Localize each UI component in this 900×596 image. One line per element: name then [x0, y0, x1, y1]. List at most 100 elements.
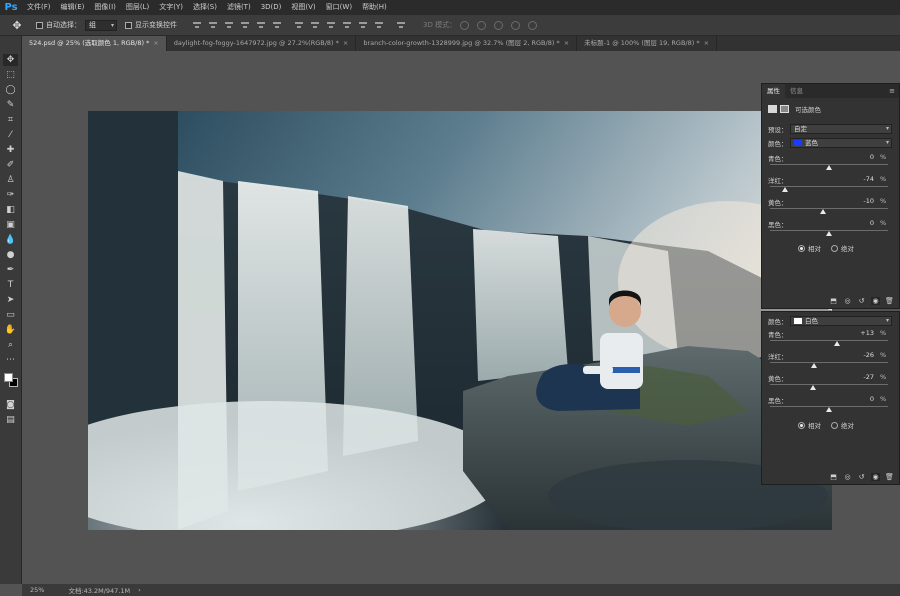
- lasso-icon[interactable]: ◯: [3, 84, 18, 96]
- align-top-icon[interactable]: [192, 21, 202, 30]
- eyedropper-icon[interactable]: ⁄: [3, 129, 18, 141]
- menu-file[interactable]: 文件(F): [22, 0, 56, 15]
- align-bottom-icon[interactable]: [224, 21, 234, 30]
- slider-value[interactable]: -10: [834, 197, 874, 205]
- tab-properties[interactable]: 属性: [762, 84, 785, 98]
- clip-to-layer-icon[interactable]: ⬒: [829, 473, 838, 481]
- close-icon[interactable]: ×: [704, 39, 709, 47]
- gradient-icon[interactable]: ▣: [3, 219, 18, 231]
- auto-select-checkbox[interactable]: [36, 21, 43, 29]
- distribute-right-icon[interactable]: [374, 21, 384, 30]
- view-previous-icon[interactable]: ◎: [843, 297, 852, 305]
- menu-edit[interactable]: 编辑(E): [56, 0, 90, 15]
- zoom-level[interactable]: 25%: [30, 586, 44, 594]
- more-tools-icon[interactable]: ⋯: [3, 354, 18, 366]
- slider-thumb[interactable]: [820, 209, 827, 214]
- slider-value[interactable]: 0: [834, 153, 874, 161]
- reset-icon[interactable]: ↺: [857, 297, 866, 305]
- view-previous-icon[interactable]: ◎: [843, 473, 852, 481]
- tab-document-2[interactable]: daylight-fog-foggy-1647972.jpg @ 27.2%(R…: [167, 36, 357, 51]
- absolute-radio-2[interactable]: [831, 421, 838, 429]
- 3d-slide-icon[interactable]: [511, 20, 521, 30]
- close-icon[interactable]: ×: [564, 39, 569, 47]
- color-swatches-icon[interactable]: [3, 369, 18, 391]
- preset-dropdown[interactable]: 自定: [790, 124, 892, 134]
- healing-brush-icon[interactable]: ✚: [3, 144, 18, 156]
- slider-track[interactable]: [770, 384, 888, 385]
- slider-value[interactable]: 0: [834, 395, 874, 403]
- auto-select-dropdown[interactable]: 组: [85, 19, 117, 31]
- auto-align-icon[interactable]: [396, 21, 406, 30]
- zoom-icon[interactable]: ⌕: [3, 339, 18, 351]
- crop-icon[interactable]: ⌗: [3, 114, 18, 126]
- tab-document-1[interactable]: 524.psd @ 25% (选取颜色 1, RGB/8) * ×: [22, 36, 167, 51]
- visibility-eye-icon[interactable]: ◉: [871, 297, 880, 305]
- slider-thumb[interactable]: [833, 341, 840, 346]
- trash-icon[interactable]: 🗑: [885, 473, 894, 481]
- quick-mask-icon[interactable]: ◙: [3, 399, 18, 411]
- clone-stamp-icon[interactable]: ♙: [3, 174, 18, 186]
- menu-view[interactable]: 视图(V): [286, 0, 320, 15]
- pen-icon[interactable]: ✒: [3, 264, 18, 276]
- move-icon[interactable]: ✥: [3, 54, 18, 66]
- distribute-bottom-icon[interactable]: [326, 21, 336, 30]
- distribute-vcenter-icon[interactable]: [310, 21, 320, 30]
- quick-select-icon[interactable]: ✎: [3, 99, 18, 111]
- relative-radio[interactable]: [798, 244, 805, 252]
- slider-thumb[interactable]: [826, 231, 832, 236]
- color-dropdown[interactable]: 蓝色: [790, 138, 892, 148]
- blur-icon[interactable]: 💧: [3, 234, 18, 246]
- tab-document-3[interactable]: branch-color-growth-1328999.jpg @ 32.7% …: [356, 36, 578, 51]
- distribute-hcenter-icon[interactable]: [358, 21, 368, 30]
- menu-help[interactable]: 帮助(H): [357, 0, 392, 15]
- menu-select[interactable]: 选择(S): [188, 0, 222, 15]
- close-icon[interactable]: ×: [343, 39, 348, 47]
- relative-radio-2[interactable]: [798, 421, 805, 429]
- visibility-eye-icon[interactable]: ◉: [871, 473, 880, 481]
- mask-icon[interactable]: [780, 105, 789, 113]
- screen-mode-icon[interactable]: ▤: [3, 414, 18, 426]
- 3d-scale-icon[interactable]: [528, 20, 538, 30]
- slider-thumb[interactable]: [782, 187, 789, 192]
- menu-filter[interactable]: 滤镜(T): [222, 0, 256, 15]
- color-dropdown-2[interactable]: 白色: [790, 316, 892, 326]
- move-tool-icon[interactable]: ✥: [6, 18, 28, 32]
- tab-document-4[interactable]: 未标题-1 @ 100% (图层 19, RGB/8) * ×: [577, 36, 718, 51]
- slider-value[interactable]: +13: [834, 329, 874, 337]
- align-left-icon[interactable]: [240, 21, 250, 30]
- document-canvas[interactable]: [88, 111, 832, 530]
- slider-track[interactable]: [770, 208, 888, 209]
- menu-type[interactable]: 文字(Y): [154, 0, 188, 15]
- slider-thumb[interactable]: [810, 363, 817, 368]
- distribute-top-icon[interactable]: [294, 21, 304, 30]
- rectangle-icon[interactable]: ▭: [3, 309, 18, 321]
- type-icon[interactable]: T: [3, 279, 18, 291]
- slider-value[interactable]: 0: [834, 219, 874, 227]
- panel-menu-icon[interactable]: ≡: [889, 87, 895, 95]
- menu-layer[interactable]: 图层(L): [121, 0, 154, 15]
- menu-image[interactable]: 图像(I): [89, 0, 121, 15]
- menu-window[interactable]: 窗口(W): [321, 0, 357, 15]
- 3d-roll-icon[interactable]: [477, 20, 487, 30]
- menu-3d[interactable]: 3D(D): [256, 0, 287, 15]
- trash-icon[interactable]: 🗑: [885, 297, 894, 305]
- slider-track[interactable]: [770, 362, 888, 363]
- reset-icon[interactable]: ↺: [857, 473, 866, 481]
- slider-thumb[interactable]: [826, 407, 832, 412]
- align-hcenter-icon[interactable]: [256, 21, 266, 30]
- status-arrow-icon[interactable]: ›: [138, 586, 141, 594]
- align-right-icon[interactable]: [272, 21, 282, 30]
- show-transform-checkbox[interactable]: [125, 21, 132, 29]
- tab-info[interactable]: 信息: [785, 84, 808, 98]
- brush-icon[interactable]: ✐: [3, 159, 18, 171]
- dodge-icon[interactable]: ●: [3, 249, 18, 261]
- slider-value[interactable]: -74: [834, 175, 874, 183]
- 3d-pan-icon[interactable]: [494, 20, 504, 30]
- slider-value[interactable]: -26: [834, 351, 874, 359]
- slider-thumb[interactable]: [810, 385, 817, 390]
- hand-icon[interactable]: ✋: [3, 324, 18, 336]
- slider-thumb[interactable]: [826, 165, 832, 170]
- slider-track[interactable]: [770, 340, 888, 341]
- slider-value[interactable]: -27: [834, 373, 874, 381]
- path-select-icon[interactable]: ➤: [3, 294, 18, 306]
